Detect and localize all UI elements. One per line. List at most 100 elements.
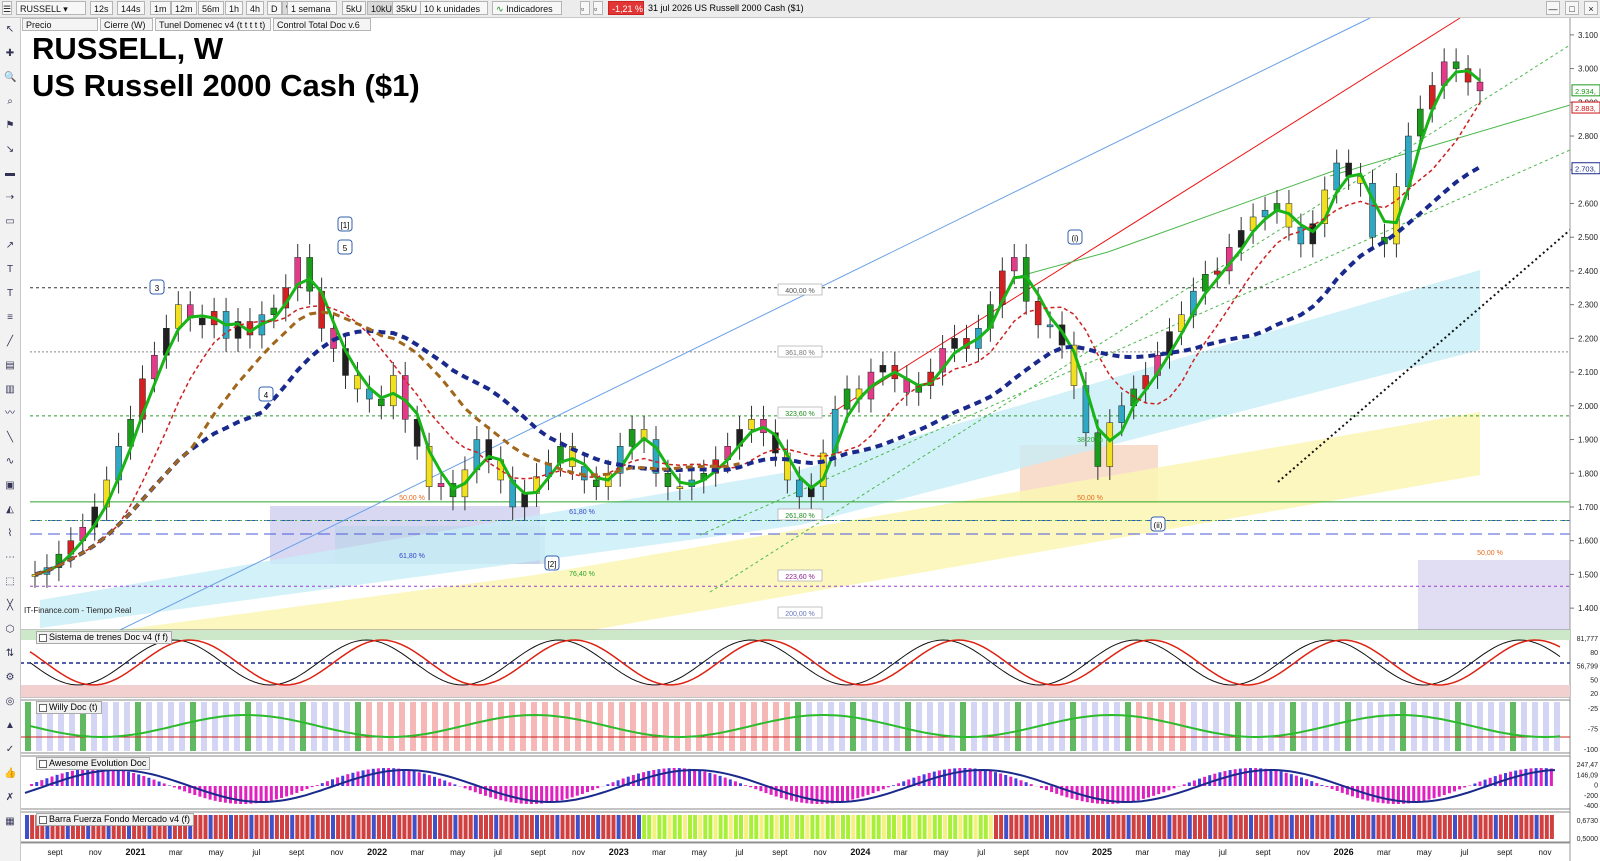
awesome-bar [1152, 786, 1156, 796]
tool-icon-32[interactable]: ✗ [4, 792, 16, 804]
tool-icon-7[interactable]: ⇢ [4, 192, 16, 204]
indicators-button[interactable]: ∿ Indicadores [492, 1, 562, 15]
symbol-selector[interactable]: RUSSELL ▾ [16, 1, 86, 15]
tool-icon-23[interactable]: ⬚ [4, 576, 16, 588]
close-icon[interactable]: × [1584, 1, 1598, 15]
force-bar [540, 815, 545, 839]
force-bar [325, 815, 330, 839]
layer-tab-1[interactable]: Cierre (W) [100, 18, 153, 31]
force-bar [907, 815, 912, 839]
tool-icon-30[interactable]: ✓ [4, 744, 16, 756]
plus-icon[interactable]: ▫ [593, 1, 603, 15]
layer-tab-0[interactable]: Precio [22, 18, 98, 31]
tool-icon-10[interactable]: T [4, 264, 16, 276]
tool-icon-0[interactable]: ↖ [4, 24, 16, 36]
force-bar [524, 815, 529, 839]
force-bar [397, 815, 402, 839]
tool-icon-6[interactable]: ▬ [4, 168, 16, 180]
willy-bar [487, 702, 493, 751]
tool-icon-31[interactable]: 👍 [4, 768, 16, 780]
tool-icon-18[interactable]: ∿ [4, 456, 16, 468]
timeframe-button-1m[interactable]: 1m [150, 1, 171, 15]
candle-body [1476, 81, 1484, 92]
force-bar [927, 815, 932, 839]
tool-icon-3[interactable]: ⌕ [4, 96, 16, 108]
force-bar [642, 815, 647, 839]
tool-icon-28[interactable]: ◎ [4, 696, 16, 708]
willy-bar [564, 702, 570, 751]
timeframe-button-12m[interactable]: 12m [171, 1, 197, 15]
chart-canvas[interactable]: [1] 5 3 4 (i) [2] (ii) 400,00 % 361,80 % 323,60 %… [0, 0, 1600, 861]
force-bar [565, 815, 570, 839]
awesome-bar [300, 786, 304, 792]
force-bar [366, 815, 371, 839]
timeframe-button-144s[interactable]: 144s [117, 1, 145, 15]
minus-icon[interactable]: ▫ [580, 1, 590, 15]
tool-icon-33[interactable]: ▦ [4, 816, 16, 828]
awesome-bar [504, 786, 508, 802]
panel-title-trenes[interactable]: Sistema de trenes Doc v4 (f f) [36, 631, 173, 644]
force-bar [1407, 815, 1412, 839]
tool-icon-25[interactable]: ⬡ [4, 624, 16, 636]
force-bar [759, 815, 764, 839]
force-bar [805, 815, 810, 839]
awesome-bar [1305, 779, 1309, 786]
panel-title-awesome[interactable]: Awesome Evolution Doc [36, 757, 151, 770]
tool-icon-4[interactable]: ⚑ [4, 120, 16, 132]
tool-icon-9[interactable]: ↗ [4, 240, 16, 252]
time-tick-label: nov [89, 848, 102, 857]
tool-icon-2[interactable]: 🔍 [4, 72, 16, 84]
timeframe-button-d[interactable]: D [267, 1, 282, 15]
awesome-bar [948, 768, 952, 786]
panel-title-barra[interactable]: Barra Fuerza Fondo Mercado v4 (f) [36, 813, 195, 826]
awesome-bar [693, 769, 697, 786]
range-select[interactable]: 1 semana [287, 1, 337, 15]
time-tick-label: nov [330, 848, 343, 857]
awesome-bar [718, 775, 722, 786]
candle-body [270, 307, 278, 316]
tool-icon-1[interactable]: ✚ [4, 48, 16, 60]
force-bar [1274, 815, 1279, 839]
tool-icon-16[interactable]: 〰 [4, 408, 16, 420]
minimize-icon[interactable]: — [1546, 1, 1560, 15]
force-bar [1432, 815, 1437, 839]
tool-icon-8[interactable]: ▭ [4, 216, 16, 228]
layer-tab-2[interactable]: Tunel Domenec v4 (t t t t t) [155, 18, 271, 31]
tool-icon-15[interactable]: ▥ [4, 384, 16, 396]
force-bar [1101, 815, 1106, 839]
tool-icon-19[interactable]: ▣ [4, 480, 16, 492]
timeframe-button-1h[interactable]: 1h [225, 1, 244, 15]
tool-icon-20[interactable]: ◭ [4, 504, 16, 516]
timeframe-button-12s[interactable]: 12s [90, 1, 113, 15]
tool-icon-14[interactable]: ▤ [4, 360, 16, 372]
awesome-bar [320, 783, 324, 786]
timeframe-button-4h[interactable]: 4h [246, 1, 265, 15]
panel-title-willy[interactable]: Willy Doc (t) [36, 701, 102, 714]
tool-icon-26[interactable]: ⇅ [4, 648, 16, 660]
tool-icon-24[interactable]: ╳ [4, 600, 16, 612]
tool-icon-22[interactable]: ⋯ [4, 552, 16, 564]
awesome-bar [1371, 786, 1375, 802]
layer-tab-3[interactable]: Control Total Doc v.6 [273, 18, 371, 31]
force-bar [682, 815, 687, 839]
chart-subtitle: US Russell 2000 Cash ($1) [32, 68, 420, 103]
awesome-bar [152, 779, 156, 786]
tool-icon-29[interactable]: ▲ [4, 720, 16, 732]
tool-icon-17[interactable]: ╲ [4, 432, 16, 444]
maximize-icon[interactable]: □ [1565, 1, 1579, 15]
willy-bar [729, 702, 735, 751]
tool-icon-27[interactable]: ⚙ [4, 672, 16, 684]
tool-icon-12[interactable]: ≡ [4, 312, 16, 324]
unit-5ku-button[interactable]: 5kU [342, 1, 367, 15]
tool-icon-11[interactable]: T [4, 288, 16, 300]
unit-35ku-button[interactable]: 35kU [392, 1, 422, 15]
willy-bar [1433, 702, 1439, 751]
tool-icon-13[interactable]: ╱ [4, 336, 16, 348]
awesome-bar [795, 786, 799, 802]
menu-icon[interactable]: ☰ [2, 1, 12, 15]
timeframe-button-56m[interactable]: 56m [198, 1, 224, 15]
awesome-bar [178, 786, 181, 790]
units-select[interactable]: 10 k unidades [420, 1, 488, 15]
tool-icon-5[interactable]: ↘ [4, 144, 16, 156]
tool-icon-21[interactable]: ⌇ [4, 528, 16, 540]
